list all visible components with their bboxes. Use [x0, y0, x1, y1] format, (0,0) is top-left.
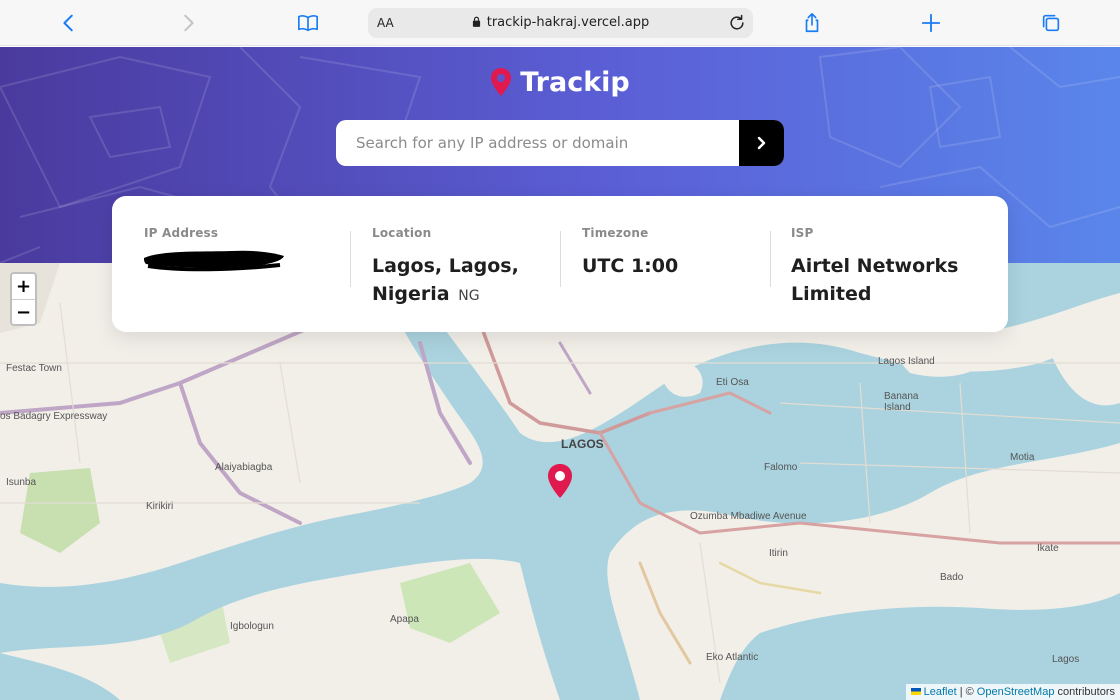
- brand-name: Trackip: [520, 67, 630, 98]
- map-city-label: LAGOS: [561, 437, 604, 451]
- browser-toolbar: AA trackip-hakraj.vercel.app: [0, 0, 1120, 46]
- attribution-separator: | ©: [959, 686, 974, 698]
- divider: [560, 231, 561, 287]
- timezone-label: Timezone: [582, 226, 649, 240]
- location-value: Lagos, Lagos, Nigeria: [372, 255, 519, 305]
- map-marker-icon[interactable]: [547, 463, 573, 499]
- map-zoom-control: + −: [10, 272, 37, 326]
- map-label-apapa: Apapa: [390, 614, 419, 625]
- location-pin-icon: [491, 68, 512, 96]
- divider: [350, 231, 351, 287]
- new-tab-icon[interactable]: [916, 8, 946, 38]
- map-label-alaiyabiagba: Alaiyabiagba: [215, 462, 273, 473]
- zoom-out-button[interactable]: −: [12, 299, 35, 324]
- map-label-motia: Motia: [1010, 452, 1035, 463]
- ip-address-label: IP Address: [144, 226, 219, 240]
- share-icon[interactable]: [797, 8, 827, 38]
- ip-search-input[interactable]: [336, 120, 739, 166]
- tabs-icon[interactable]: [1036, 8, 1066, 38]
- map-label-banana-island: Banana Island: [884, 391, 919, 413]
- timezone-section: Timezone UTC 1:00: [582, 226, 762, 280]
- map-label-eti-osa: Eti Osa: [716, 377, 749, 388]
- divider: [770, 231, 771, 287]
- address-bar[interactable]: AA trackip-hakraj.vercel.app: [368, 8, 753, 38]
- map-label-ikate: Ikate: [1037, 543, 1059, 554]
- ip-info-card: IP Address Location Lagos, Lagos, Nigeri…: [112, 196, 1008, 332]
- isp-section: ISP Airtel Networks Limited: [791, 226, 981, 308]
- isp-value: Airtel Networks Limited: [791, 255, 959, 305]
- redaction-scribble: [144, 250, 284, 272]
- forward-icon[interactable]: [173, 8, 203, 38]
- reload-icon[interactable]: [727, 13, 747, 33]
- map-label-isunba: Isunba: [6, 477, 37, 488]
- zoom-in-button[interactable]: +: [12, 274, 35, 299]
- map-label-eko-atlantic: Eko Atlantic: [706, 652, 759, 663]
- search-bar: [336, 120, 784, 166]
- bookmarks-icon[interactable]: [293, 8, 323, 38]
- map-label-festac: Festac Town: [6, 363, 62, 374]
- search-submit-button[interactable]: [739, 120, 784, 166]
- timezone-value: UTC 1:00: [582, 255, 679, 277]
- map-attribution: Leaflet | © OpenStreetMap contributors: [905, 684, 1120, 700]
- chevron-right-icon: [757, 136, 765, 150]
- map-label-igbologun: Igbologun: [230, 621, 274, 632]
- back-icon[interactable]: [54, 8, 84, 38]
- url-text: trackip-hakraj.vercel.app: [486, 15, 650, 30]
- ukraine-flag-icon: [910, 688, 921, 695]
- map-label-lagos-island: Lagos Island: [878, 356, 935, 367]
- map-label-itirin: Itirin: [769, 548, 788, 559]
- map-label-ozumba-avenue: Ozumba Mbadiwe Avenue: [690, 511, 807, 522]
- map-label-bado: Bado: [940, 572, 964, 583]
- map-label-lagos: Lagos: [1052, 654, 1080, 665]
- isp-label: ISP: [791, 226, 814, 240]
- lock-icon: [472, 16, 480, 27]
- map-label-kirikiri: Kirikiri: [146, 501, 174, 512]
- osm-link[interactable]: OpenStreetMap: [977, 686, 1055, 698]
- location-section: Location Lagos, Lagos, Nigeria NG: [372, 226, 552, 310]
- map-label-falomo: Falomo: [764, 462, 798, 473]
- brand-logo: Trackip: [0, 67, 1120, 98]
- leaflet-link[interactable]: Leaflet: [924, 686, 957, 698]
- attribution-suffix: contributors: [1057, 686, 1115, 698]
- location-label: Location: [372, 226, 432, 240]
- map-label-badagry-expressway: os Badagry Expressway: [0, 411, 108, 422]
- country-code: NG: [458, 288, 480, 304]
